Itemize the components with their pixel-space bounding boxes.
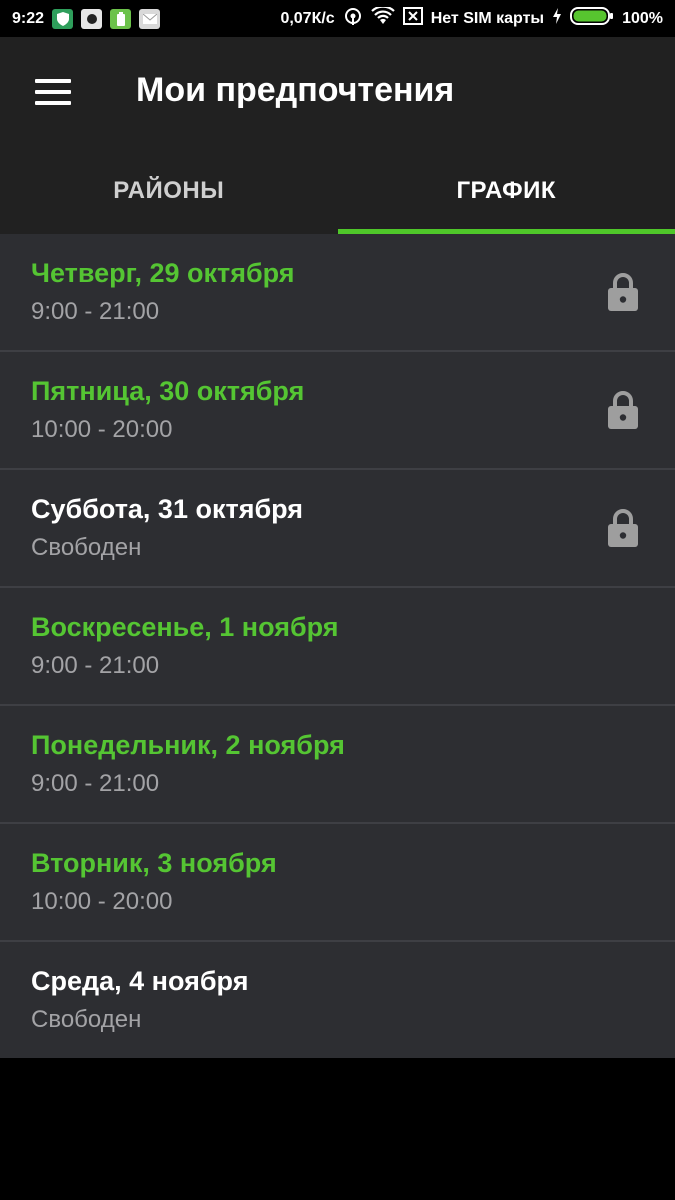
- schedule-row[interactable]: Среда, 4 ноября Свободен: [0, 942, 675, 1058]
- schedule-row[interactable]: Понедельник, 2 ноября 9:00 - 21:00: [0, 706, 675, 824]
- shield-icon: [52, 8, 74, 29]
- schedule-hours: 9:00 - 21:00: [31, 770, 160, 797]
- lock-icon: [608, 509, 638, 547]
- tab-schedule-label: ГРАФИК: [456, 177, 557, 204]
- sim-status: Нет SIM карты: [430, 9, 545, 27]
- schedule-hours: 9:00 - 21:00: [31, 298, 160, 325]
- no-sim-icon: [402, 7, 423, 30]
- battery-notif-icon: [110, 8, 132, 29]
- schedule-hours: Свободен: [31, 534, 142, 561]
- battery-icon: [570, 7, 614, 30]
- tab-districts-label: РАЙОНЫ: [113, 177, 225, 204]
- hotspot-icon: [343, 6, 363, 31]
- app-bar: Мои предпочтения РАЙОНЫ ГРАФИК: [0, 37, 675, 234]
- lock-icon: [608, 273, 638, 311]
- schedule-row[interactable]: Пятница, 30 октября 10:00 - 20:00: [0, 352, 675, 470]
- network-speed: 0,07К/с: [280, 9, 335, 27]
- mail-icon: [139, 8, 161, 29]
- schedule-day: Пятница, 30 октября: [31, 376, 305, 406]
- wifi-icon: [370, 5, 395, 30]
- schedule-hours: 10:00 - 20:00: [31, 416, 173, 443]
- schedule-row[interactable]: Воскресенье, 1 ноября 9:00 - 21:00: [0, 588, 675, 706]
- schedule-hours: Свободен: [31, 1006, 142, 1033]
- schedule-row[interactable]: Четверг, 29 октября 9:00 - 21:00: [0, 234, 675, 352]
- schedule-row[interactable]: Вторник, 3 ноября 10:00 - 20:00: [0, 824, 675, 942]
- status-time: 9:22: [12, 9, 45, 27]
- charging-icon: [552, 8, 562, 29]
- schedule-day: Вторник, 3 ноября: [31, 848, 277, 878]
- lock-icon: [608, 391, 638, 429]
- record-icon: [81, 8, 103, 29]
- hamburger-menu-icon[interactable]: [35, 79, 71, 105]
- schedule-list: Четверг, 29 октября 9:00 - 21:00 Пятница…: [0, 234, 675, 1058]
- schedule-hours: 10:00 - 20:00: [31, 888, 173, 915]
- schedule-day: Среда, 4 ноября: [31, 966, 249, 996]
- tab-bar: РАЙОНЫ ГРАФИК: [0, 148, 675, 234]
- tab-districts[interactable]: РАЙОНЫ: [0, 148, 338, 234]
- page-title: Мои предпочтения: [136, 71, 455, 109]
- schedule-day: Суббота, 31 октября: [31, 494, 304, 524]
- tab-schedule[interactable]: ГРАФИК: [337, 148, 675, 234]
- status-bar: 9:22 0,07К/с Нет SIM карты 100%: [0, 0, 675, 37]
- schedule-hours: 9:00 - 21:00: [31, 652, 160, 679]
- schedule-day: Четверг, 29 октября: [31, 258, 295, 288]
- schedule-day: Воскресенье, 1 ноября: [31, 612, 339, 642]
- schedule-day: Понедельник, 2 ноября: [31, 730, 345, 760]
- battery-percent: 100%: [622, 9, 663, 27]
- schedule-row[interactable]: Суббота, 31 октября Свободен: [0, 470, 675, 588]
